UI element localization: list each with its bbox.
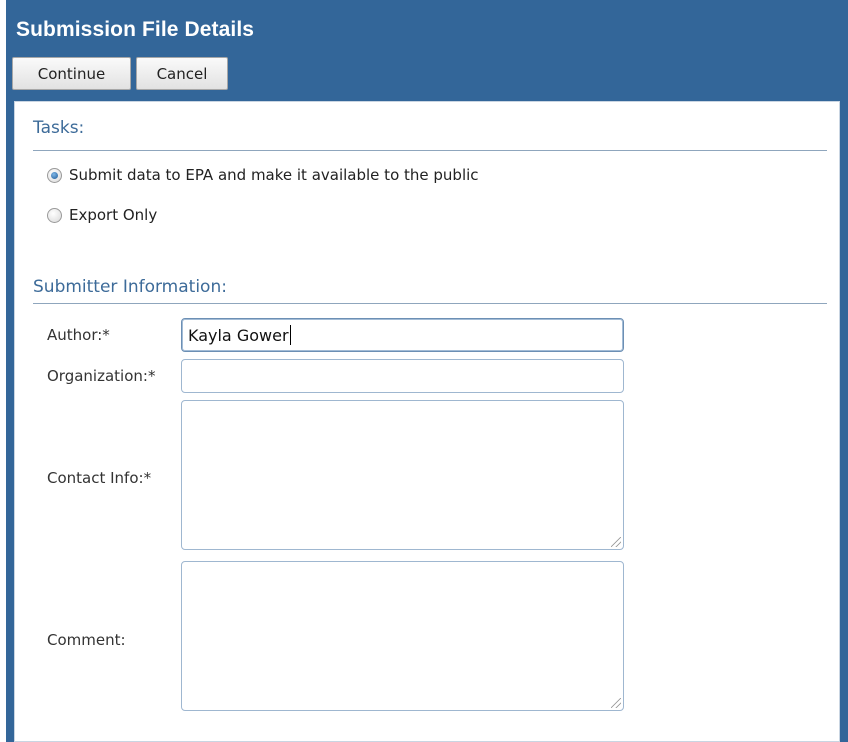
contact-info-label: Contact Info:* <box>47 469 152 487</box>
comment-label: Comment: <box>47 631 126 649</box>
task-option-submit[interactable]: Submit data to EPA and make it available… <box>47 166 479 184</box>
submission-dialog: Submission File Details Continue Cancel … <box>6 0 848 742</box>
contact-info-textarea[interactable] <box>181 400 624 550</box>
text-caret <box>289 325 291 345</box>
radio-unselected-icon[interactable] <box>47 207 62 223</box>
tasks-divider <box>33 150 827 151</box>
continue-button[interactable]: Continue <box>12 57 131 90</box>
tasks-heading: Tasks: <box>33 118 85 138</box>
resize-grip-icon[interactable] <box>611 698 621 708</box>
author-value: Kayla Gower <box>188 325 289 345</box>
task-option-export-label: Export Only <box>69 206 158 224</box>
submitter-divider <box>33 303 827 304</box>
organization-label: Organization:* <box>47 367 156 385</box>
resize-grip-icon[interactable] <box>611 537 621 547</box>
submitter-heading: Submitter Information: <box>33 277 227 297</box>
details-panel: Tasks: Submit data to EPA and make it av… <box>14 101 840 742</box>
radio-selected-icon[interactable] <box>47 167 62 183</box>
task-option-submit-label: Submit data to EPA and make it available… <box>69 166 479 184</box>
cancel-button[interactable]: Cancel <box>136 57 228 90</box>
author-field[interactable]: Kayla Gower <box>181 318 624 352</box>
dialog-title: Submission File Details <box>16 18 255 41</box>
organization-field[interactable] <box>181 359 624 393</box>
comment-textarea[interactable] <box>181 561 624 711</box>
task-option-export[interactable]: Export Only <box>47 206 157 224</box>
author-label: Author:* <box>47 326 110 344</box>
